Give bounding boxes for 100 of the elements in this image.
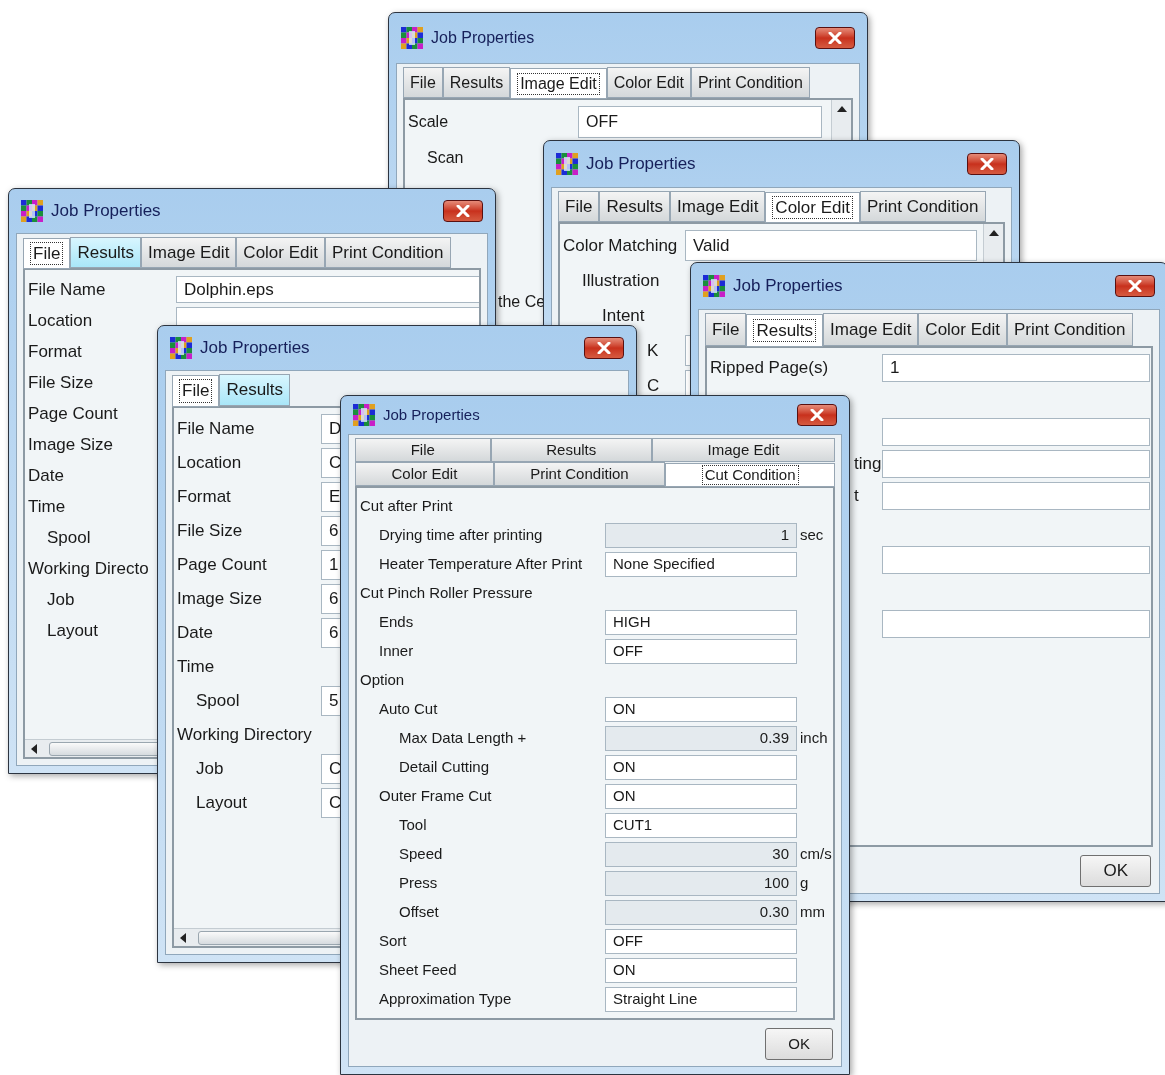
field-label: Scan (427, 149, 464, 166)
close-icon (1128, 280, 1142, 292)
tab[interactable]: Print Condition (690, 67, 810, 98)
tab[interactable]: Color Edit (606, 67, 691, 98)
value-field[interactable] (882, 545, 1150, 575)
tab[interactable]: Print Condition (493, 462, 666, 486)
field-label: Image Size (177, 589, 263, 609)
field-label: File Name (28, 279, 106, 299)
tab[interactable]: Print Condition (860, 191, 986, 222)
value-field[interactable]: Valid (685, 230, 977, 261)
field-label: Detail Cutting (399, 758, 490, 776)
tab[interactable]: File (558, 191, 600, 222)
field-label: Option (360, 671, 405, 689)
tab[interactable]: Cut Condition (665, 463, 835, 487)
tab[interactable]: Results (70, 237, 142, 268)
value-field[interactable] (882, 481, 1150, 511)
scroll-up-icon (988, 230, 999, 236)
value-field[interactable]: 1 (605, 522, 797, 549)
field-label: Illustration (582, 270, 660, 290)
value-field[interactable]: OFF (578, 106, 822, 138)
value-field[interactable]: ON (605, 754, 797, 781)
value-field[interactable]: None Specified (605, 551, 797, 578)
tab[interactable]: Results (490, 438, 652, 462)
ok-button[interactable]: OK (1080, 855, 1151, 887)
value-field[interactable] (882, 449, 1150, 479)
field-label: Location (177, 453, 242, 473)
close-button[interactable] (967, 153, 1007, 175)
field-label: ting (854, 454, 882, 474)
scroll-up-icon (836, 106, 847, 112)
value-field[interactable]: 1 (882, 353, 1150, 383)
tab[interactable]: Image Edit (651, 438, 835, 462)
field-label: Date (177, 623, 213, 643)
close-button[interactable] (443, 200, 483, 222)
field-label: Outer Frame Cut (379, 787, 492, 805)
unit-label: mm (800, 902, 825, 923)
value-field[interactable]: 0.39 (605, 725, 797, 752)
value-field[interactable]: ON (605, 696, 797, 723)
tab[interactable]: File (172, 375, 220, 407)
field-label: t (854, 486, 859, 506)
field-label: Ripped Page(s) (710, 358, 829, 378)
field-label: Approximation Type (379, 990, 512, 1008)
value-field[interactable]: 0.30 (605, 899, 797, 926)
tab[interactable]: Print Condition (325, 237, 451, 268)
tab[interactable]: Image Edit (670, 191, 766, 222)
value-field[interactable]: HIGH (605, 609, 797, 636)
field-label: Page Count (28, 403, 118, 423)
tab[interactable]: File (403, 67, 443, 98)
field-label: Location (28, 310, 93, 330)
scroll-left-icon (31, 743, 37, 754)
field-label: Cut Pinch Roller Pressure (360, 584, 533, 602)
field-label: Max Data Length + (399, 729, 527, 747)
tab[interactable]: Print Condition (1007, 313, 1133, 346)
value-field[interactable]: 100 (605, 870, 797, 897)
app-icon (401, 27, 423, 49)
tab[interactable]: Color Edit (918, 313, 1007, 346)
tab[interactable]: File (355, 438, 491, 462)
field-label: Scale (408, 113, 449, 130)
app-icon (21, 200, 43, 222)
value-field[interactable]: OFF (605, 638, 797, 665)
field-label: Sort (379, 932, 407, 950)
close-icon (456, 205, 470, 217)
unit-label: sec (800, 525, 824, 546)
tab[interactable]: Color Edit (236, 237, 325, 268)
value-field[interactable]: ON (605, 783, 797, 810)
value-field[interactable]: ON (605, 957, 797, 984)
close-button[interactable] (815, 27, 855, 49)
ok-button[interactable]: OK (765, 1028, 833, 1060)
tab[interactable]: Color Edit (765, 192, 860, 223)
field-label: Spool (196, 691, 240, 711)
value-field[interactable] (882, 609, 1150, 639)
field-label: File Name (177, 419, 255, 439)
tab[interactable]: Color Edit (355, 462, 494, 486)
tab[interactable]: Image Edit (141, 237, 237, 268)
close-icon (828, 32, 842, 44)
tab[interactable]: File (23, 238, 71, 269)
field-label: Offset (399, 903, 439, 921)
field-label: Color Matching (563, 235, 678, 255)
tab[interactable]: File (705, 313, 747, 346)
unit-label: g (800, 873, 809, 894)
value-field[interactable] (882, 417, 1150, 447)
tab[interactable]: Results (746, 314, 824, 347)
window-title: Job Properties (431, 28, 535, 48)
tab[interactable]: Results (442, 67, 511, 98)
close-button[interactable] (797, 404, 837, 426)
value-field[interactable]: OFF (605, 928, 797, 955)
value-field[interactable]: Dolphin.eps (176, 275, 479, 304)
field-label: Spool (47, 527, 91, 547)
tab[interactable]: Results (599, 191, 671, 222)
tab[interactable]: Image Edit (510, 68, 607, 99)
tab[interactable]: Image Edit (823, 313, 919, 346)
field-label: Format (28, 341, 82, 361)
field-label: Working Directo (28, 558, 149, 578)
value-field[interactable]: Straight Line (605, 986, 797, 1013)
value-field[interactable]: 30 (605, 841, 797, 868)
field-label: Speed (399, 845, 443, 863)
close-button[interactable] (1115, 275, 1155, 297)
value-field[interactable]: CUT1 (605, 812, 797, 839)
close-button[interactable] (584, 337, 624, 359)
tab[interactable]: Results (219, 374, 291, 406)
app-icon (170, 337, 192, 359)
